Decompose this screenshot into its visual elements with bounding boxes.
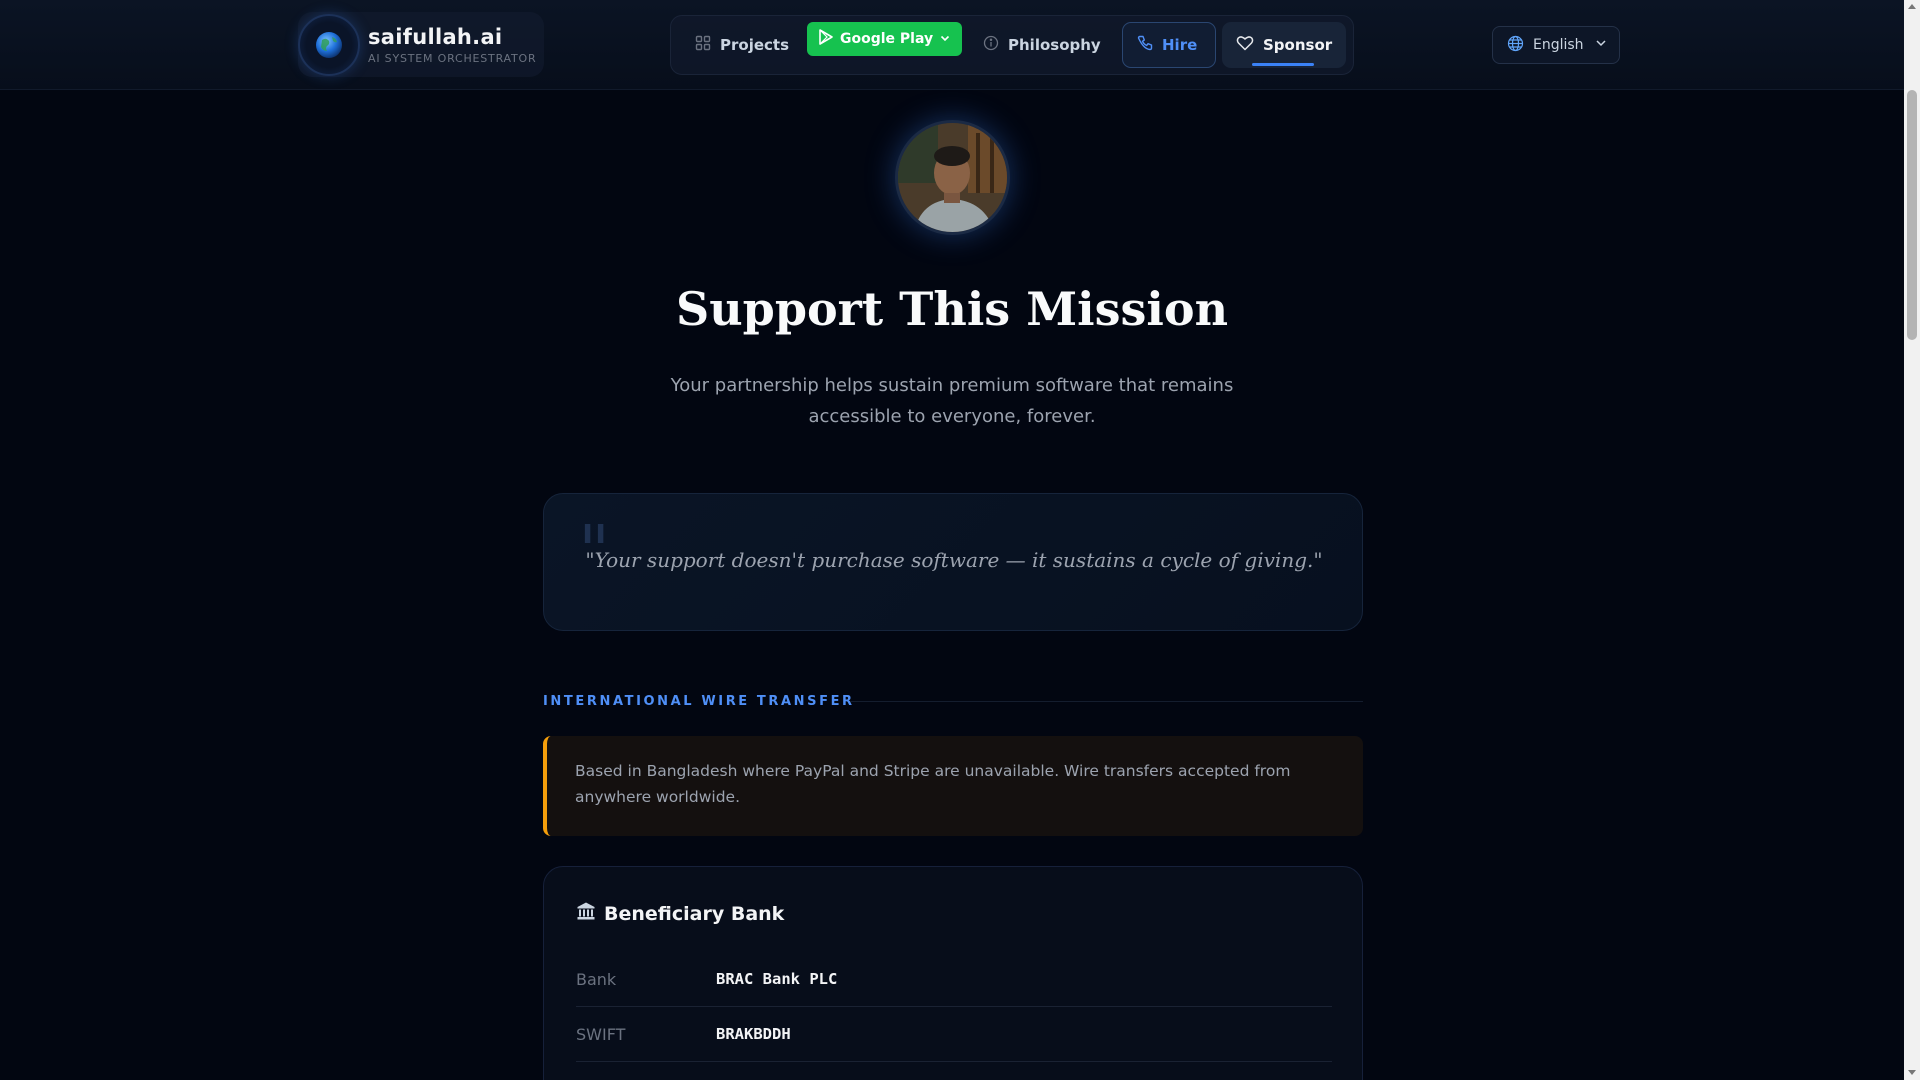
heart-icon xyxy=(1236,35,1254,55)
nav-projects[interactable]: Projects xyxy=(683,23,801,67)
bank-icon xyxy=(576,901,596,926)
bank-card-title: Beneficiary Bank xyxy=(576,901,784,926)
chevron-down-icon xyxy=(940,31,950,47)
scroll-up-arrow-icon[interactable] xyxy=(1908,4,1916,9)
main-nav: Projects Google Play Philosophy Hire Spo… xyxy=(670,15,1354,75)
nav-google-play-dropdown[interactable]: Google Play xyxy=(807,22,963,56)
section-heading-wire-transfer: INTERNATIONAL WIRE TRANSFER xyxy=(543,694,855,709)
nav-google-play-label: Google Play xyxy=(840,31,934,47)
nav-sponsor-label: Sponsor xyxy=(1263,36,1333,54)
bank-detail-label: Bank xyxy=(576,970,617,989)
bank-card-title-label: Beneficiary Bank xyxy=(604,902,785,925)
nav-projects-label: Projects xyxy=(720,36,790,54)
nav-sponsor[interactable]: Sponsor xyxy=(1222,22,1346,68)
nav-philosophy[interactable]: Philosophy xyxy=(971,23,1113,67)
language-label: English xyxy=(1533,37,1584,53)
nav-hire-label: Hire xyxy=(1162,36,1198,54)
brand-home-link[interactable]: saifullah.ai AI SYSTEM ORCHESTRATOR xyxy=(298,12,544,77)
play-store-icon xyxy=(819,29,833,49)
profile-avatar xyxy=(895,120,1010,235)
bank-detail-label: SWIFT xyxy=(576,1025,626,1044)
section-divider xyxy=(850,701,1363,702)
nav-philosophy-label: Philosophy xyxy=(1008,36,1101,54)
phone-icon xyxy=(1137,35,1153,55)
brand-name: saifullah.ai xyxy=(368,24,503,49)
active-tab-indicator xyxy=(1252,63,1314,66)
top-navigation-bar: saifullah.ai AI SYSTEM ORCHESTRATOR Proj… xyxy=(0,0,1904,90)
scroll-down-arrow-icon[interactable] xyxy=(1908,1070,1916,1075)
bank-detail-row: SWIFT BRAKBDDH xyxy=(576,1007,1332,1062)
notice-text: Based in Bangladesh where PayPal and Str… xyxy=(575,762,1291,806)
chevron-down-icon xyxy=(1595,37,1607,53)
page-subtitle: Your partnership helps sustain premium s… xyxy=(670,375,1234,427)
quote-card: " "Your support doesn't purchase softwar… xyxy=(543,493,1363,631)
wire-transfer-notice: Based in Bangladesh where PayPal and Str… xyxy=(543,736,1363,836)
grid-icon xyxy=(695,35,711,55)
page-title: Support This Mission xyxy=(675,282,1229,336)
language-selector[interactable]: English xyxy=(1492,26,1620,64)
globe-logo-icon xyxy=(298,13,360,76)
scrollbar-thumb[interactable] xyxy=(1907,90,1917,340)
bank-detail-value[interactable]: BRAC Bank PLC xyxy=(716,970,837,988)
info-circle-icon xyxy=(983,35,999,55)
page-scrollbar[interactable] xyxy=(1904,0,1920,1080)
beneficiary-bank-card: Beneficiary Bank Bank BRAC Bank PLC SWIF… xyxy=(543,866,1363,1080)
quote-text: "Your support doesn't purchase software … xyxy=(585,548,1323,572)
brand-tagline: AI SYSTEM ORCHESTRATOR xyxy=(368,51,537,65)
bank-detail-row: Bank BRAC Bank PLC xyxy=(576,952,1332,1007)
globe-icon xyxy=(1507,35,1524,56)
bank-detail-value[interactable]: BRAKBDDH xyxy=(716,1025,791,1043)
nav-hire[interactable]: Hire xyxy=(1122,22,1216,68)
